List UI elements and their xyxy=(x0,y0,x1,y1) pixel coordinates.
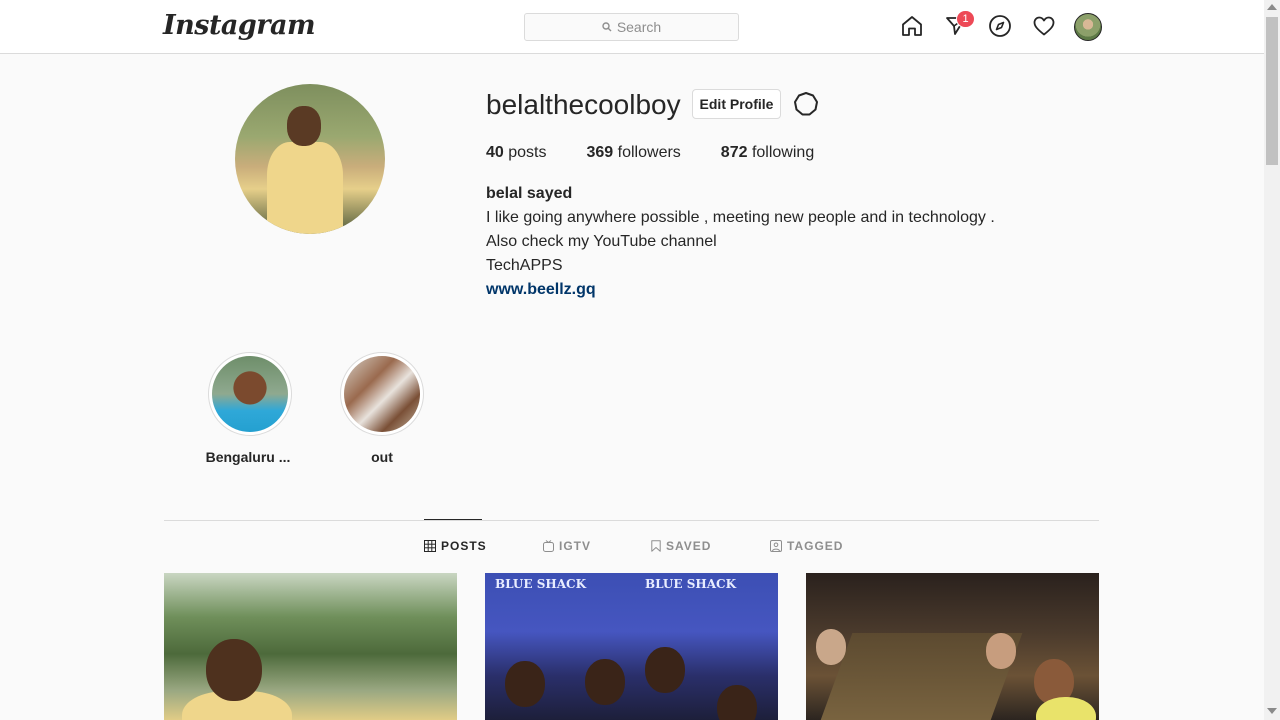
search-placeholder: Search xyxy=(616,19,662,35)
profile-picture[interactable] xyxy=(235,84,385,234)
scrollbar-thumb[interactable] xyxy=(1266,17,1278,165)
bookmark-icon xyxy=(651,540,661,552)
grid-icon xyxy=(424,540,436,552)
igtv-icon xyxy=(543,540,554,552)
explore-icon[interactable] xyxy=(986,12,1014,40)
post-sign-text: BLUE SHACK xyxy=(645,577,737,591)
scroll-down-arrow-icon[interactable] xyxy=(1267,708,1277,714)
tab-label: TAGGED xyxy=(787,539,844,553)
post-thumbnail[interactable]: BLUE SHACK BLUE SHACK xyxy=(485,573,778,720)
tab-tagged[interactable]: TAGGED xyxy=(770,539,843,553)
tabs-divider xyxy=(164,520,1099,521)
tab-posts[interactable]: POSTS xyxy=(424,539,487,553)
tag-icon xyxy=(770,540,782,552)
profile-avatar[interactable] xyxy=(1074,13,1102,41)
website-link[interactable]: www.beellz.gq xyxy=(486,281,596,299)
home-icon[interactable] xyxy=(898,12,926,40)
top-navigation-bar: Instagram Search 1 xyxy=(0,0,1264,54)
followers-label: followers xyxy=(617,144,681,161)
story-highlight[interactable] xyxy=(340,352,424,436)
tab-label: POSTS xyxy=(441,539,487,553)
tab-label: SAVED xyxy=(666,539,712,553)
profile-username: belalthecoolboy xyxy=(486,89,681,120)
search-icon xyxy=(602,22,612,32)
profile-stats: 40 posts 369 followers 872 following xyxy=(486,144,854,162)
post-sign-text: BLUE SHACK xyxy=(495,577,587,591)
followers-stat[interactable]: 369 followers xyxy=(587,144,681,162)
bio-line: Also check my YouTube channel xyxy=(486,233,717,250)
posts-count: 40 xyxy=(486,144,504,161)
settings-gear-icon[interactable] xyxy=(793,91,819,117)
active-tab-indicator xyxy=(424,519,482,520)
post-thumbnail[interactable] xyxy=(806,573,1099,720)
post-thumbnail[interactable] xyxy=(164,573,457,720)
tab-saved[interactable]: SAVED xyxy=(651,539,711,553)
search-input[interactable]: Search xyxy=(524,13,739,41)
highlight-label: out xyxy=(371,449,393,465)
bio-line: TechAPPS xyxy=(486,257,563,274)
instagram-logo[interactable]: Instagram xyxy=(163,10,316,41)
highlight-cover-image xyxy=(212,356,288,432)
bio-line: I like going anywhere possible , meeting… xyxy=(486,209,995,226)
scroll-up-arrow-icon[interactable] xyxy=(1267,4,1277,10)
story-highlight[interactable] xyxy=(208,352,292,436)
following-stat[interactable]: 872 following xyxy=(721,144,814,162)
highlight-cover-image xyxy=(344,356,420,432)
notification-badge: 1 xyxy=(956,10,975,28)
profile-full-name: belal sayed xyxy=(486,185,573,202)
followers-count: 369 xyxy=(586,144,614,161)
activity-heart-icon[interactable] xyxy=(1030,12,1058,40)
following-count: 872 xyxy=(720,144,748,161)
highlight-label: Bengaluru ... xyxy=(205,449,291,465)
posts-stat: 40 posts xyxy=(486,144,547,162)
tab-igtv[interactable]: IGTV xyxy=(543,539,591,553)
following-label: following xyxy=(751,144,815,161)
posts-label: posts xyxy=(508,144,547,161)
edit-profile-button[interactable]: Edit Profile xyxy=(692,89,781,119)
tab-label: IGTV xyxy=(559,539,592,553)
